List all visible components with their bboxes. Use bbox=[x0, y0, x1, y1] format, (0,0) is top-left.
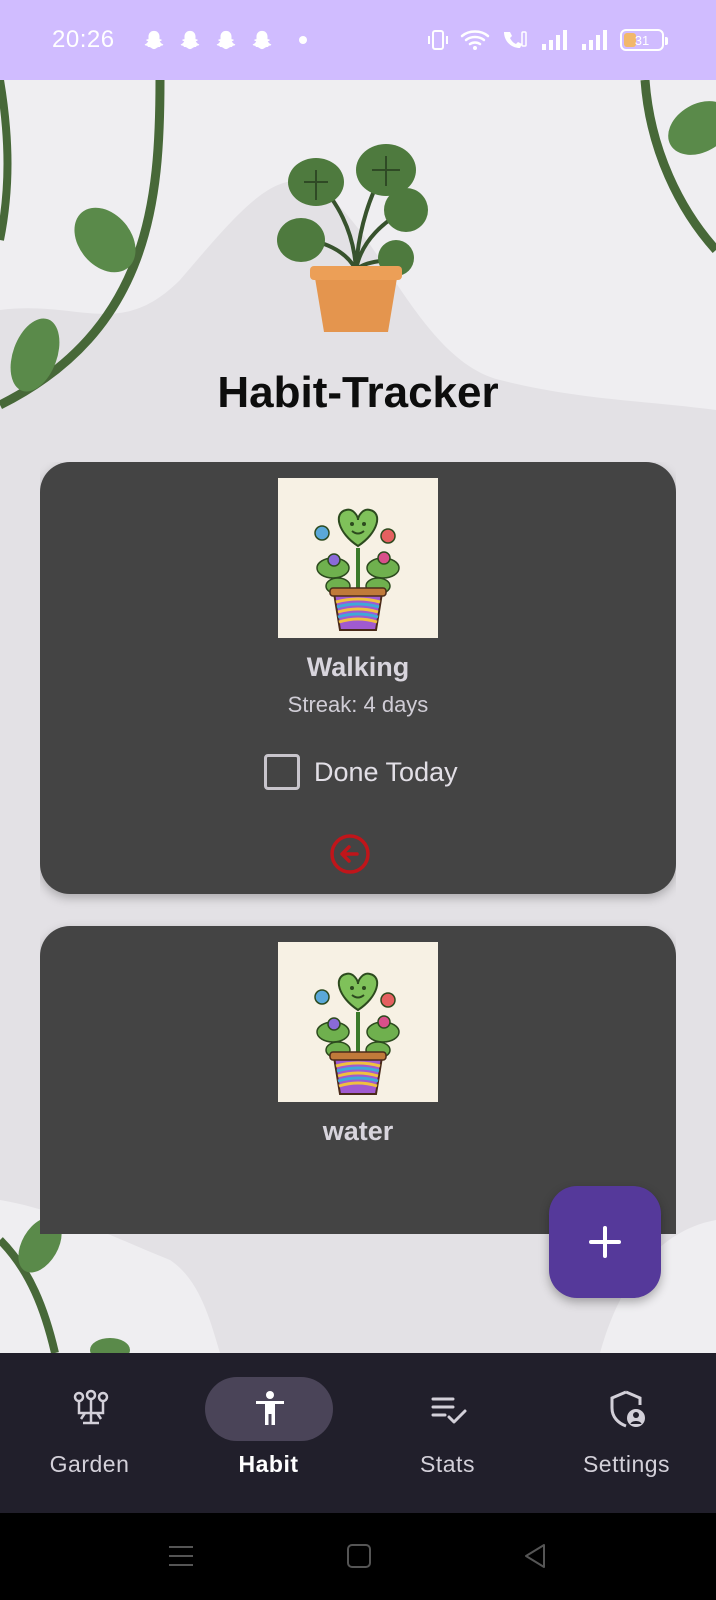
nav-label-settings: Settings bbox=[582, 1451, 671, 1477]
habit-list[interactable]: Walking Streak: 4 days Done Today water bbox=[40, 462, 676, 1234]
done-today-label: Done Today bbox=[314, 756, 458, 787]
nav-label-garden: Garden bbox=[49, 1451, 130, 1477]
habit-plant-image bbox=[278, 478, 438, 638]
recent-apps-icon[interactable] bbox=[168, 1543, 194, 1569]
page-title: Habit-Tracker bbox=[217, 368, 499, 417]
nav-item-settings[interactable]: Settings bbox=[537, 1353, 716, 1513]
garden-icon bbox=[73, 1389, 109, 1425]
main-content: Habit-Tracker Walking Streak: 4 days Don… bbox=[0, 80, 716, 1353]
bottom-navigation: Garden Habit Stats Settings bbox=[0, 1353, 716, 1513]
nav-label-habit: Habit bbox=[238, 1451, 299, 1477]
signal-icon bbox=[582, 30, 607, 50]
signal-icon bbox=[542, 30, 567, 50]
habit-card[interactable]: Walking Streak: 4 days Done Today bbox=[40, 462, 676, 894]
back-icon[interactable] bbox=[522, 1543, 548, 1569]
potted-plant-logo bbox=[277, 144, 428, 332]
checklist-icon bbox=[431, 1397, 467, 1424]
system-navigation-bar bbox=[0, 1513, 716, 1600]
habit-name: water bbox=[322, 1116, 394, 1146]
habit-name: Walking bbox=[306, 652, 410, 682]
snapchat-icon bbox=[216, 30, 235, 50]
battery-icon: 31 bbox=[620, 29, 668, 51]
wifi-call-icon bbox=[504, 31, 527, 48]
vibrate-icon bbox=[428, 30, 448, 50]
nav-item-stats[interactable]: Stats bbox=[358, 1353, 537, 1513]
more-notifications-dot bbox=[298, 36, 307, 44]
status-time: 20:26 bbox=[52, 26, 115, 53]
shield-user-icon bbox=[610, 1390, 645, 1428]
habit-plant-image bbox=[278, 942, 438, 1102]
home-icon[interactable] bbox=[346, 1543, 372, 1569]
wifi-icon bbox=[460, 30, 490, 50]
nav-item-habit[interactable]: Habit bbox=[179, 1353, 358, 1513]
add-habit-button[interactable] bbox=[549, 1186, 661, 1298]
person-icon bbox=[256, 1391, 284, 1425]
delete-habit-icon[interactable] bbox=[328, 832, 372, 876]
habit-streak: Streak: 4 days bbox=[287, 692, 429, 717]
nav-label-stats: Stats bbox=[420, 1451, 475, 1477]
nav-item-garden[interactable]: Garden bbox=[0, 1353, 179, 1513]
snapchat-icon bbox=[252, 30, 271, 50]
done-today-checkbox-row[interactable]: Done Today bbox=[264, 754, 458, 790]
done-today-checkbox[interactable] bbox=[264, 754, 300, 790]
battery-level: 31 bbox=[634, 32, 650, 48]
status-bar: 20:26 31 bbox=[0, 0, 716, 80]
plus-icon bbox=[589, 1226, 621, 1258]
snapchat-icon bbox=[144, 30, 163, 50]
snapchat-icon bbox=[180, 30, 199, 50]
